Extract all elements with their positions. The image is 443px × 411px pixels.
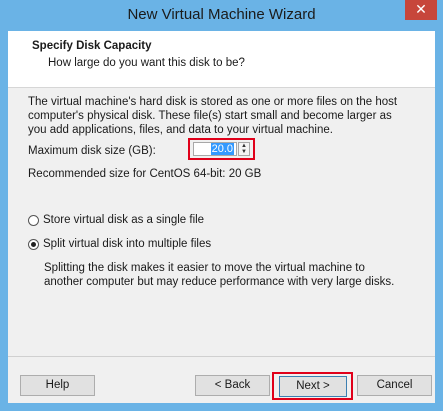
radio-split-files-icon[interactable] xyxy=(28,238,39,250)
radio-split-files-label: Split virtual disk into multiple files xyxy=(43,238,212,250)
page-subtitle: How large do you want this disk to be? xyxy=(48,57,245,69)
help-button[interactable]: Help xyxy=(20,375,95,396)
title-bar[interactable]: New Virtual Machine Wizard ✕ xyxy=(0,0,443,31)
disk-size-input[interactable]: 20.0 xyxy=(193,142,237,156)
split-description: Splitting the disk makes it easier to mo… xyxy=(44,262,395,288)
disk-size-value: 20.0 xyxy=(210,143,234,155)
close-icon: ✕ xyxy=(415,1,427,17)
disk-description: The virtual machine's hard disk is store… xyxy=(28,96,398,136)
radio-single-file-label: Store virtual disk as a single file xyxy=(43,214,205,226)
disk-size-highlight: 20.0 ▲ ▼ xyxy=(188,138,255,160)
recommended-size: Recommended size for CentOS 64-bit: 20 G… xyxy=(28,168,262,180)
radio-split-files[interactable]: Split virtual disk into multiple files xyxy=(28,238,211,250)
close-button[interactable]: ✕ xyxy=(405,0,437,20)
disk-size-label: Maximum disk size (GB): xyxy=(28,145,156,157)
back-button[interactable]: < Back xyxy=(195,375,270,396)
disk-size-spinner[interactable]: ▲ ▼ xyxy=(238,142,250,156)
next-button[interactable]: Next > xyxy=(279,376,347,397)
page-title: Specify Disk Capacity xyxy=(32,40,152,52)
window-title: New Virtual Machine Wizard xyxy=(127,6,316,23)
wizard-window: New Virtual Machine Wizard ✕ Specify Dis… xyxy=(0,0,443,411)
cancel-button[interactable]: Cancel xyxy=(357,375,432,396)
radio-single-file-icon[interactable] xyxy=(28,214,39,226)
next-button-highlight: Next > xyxy=(272,372,353,400)
wizard-body: Specify Disk Capacity How large do you w… xyxy=(8,31,435,403)
wizard-header: Specify Disk Capacity How large do you w… xyxy=(8,31,435,88)
radio-single-file[interactable]: Store virtual disk as a single file xyxy=(28,214,204,226)
spin-down-icon[interactable]: ▼ xyxy=(239,149,249,155)
footer-divider xyxy=(8,356,435,357)
